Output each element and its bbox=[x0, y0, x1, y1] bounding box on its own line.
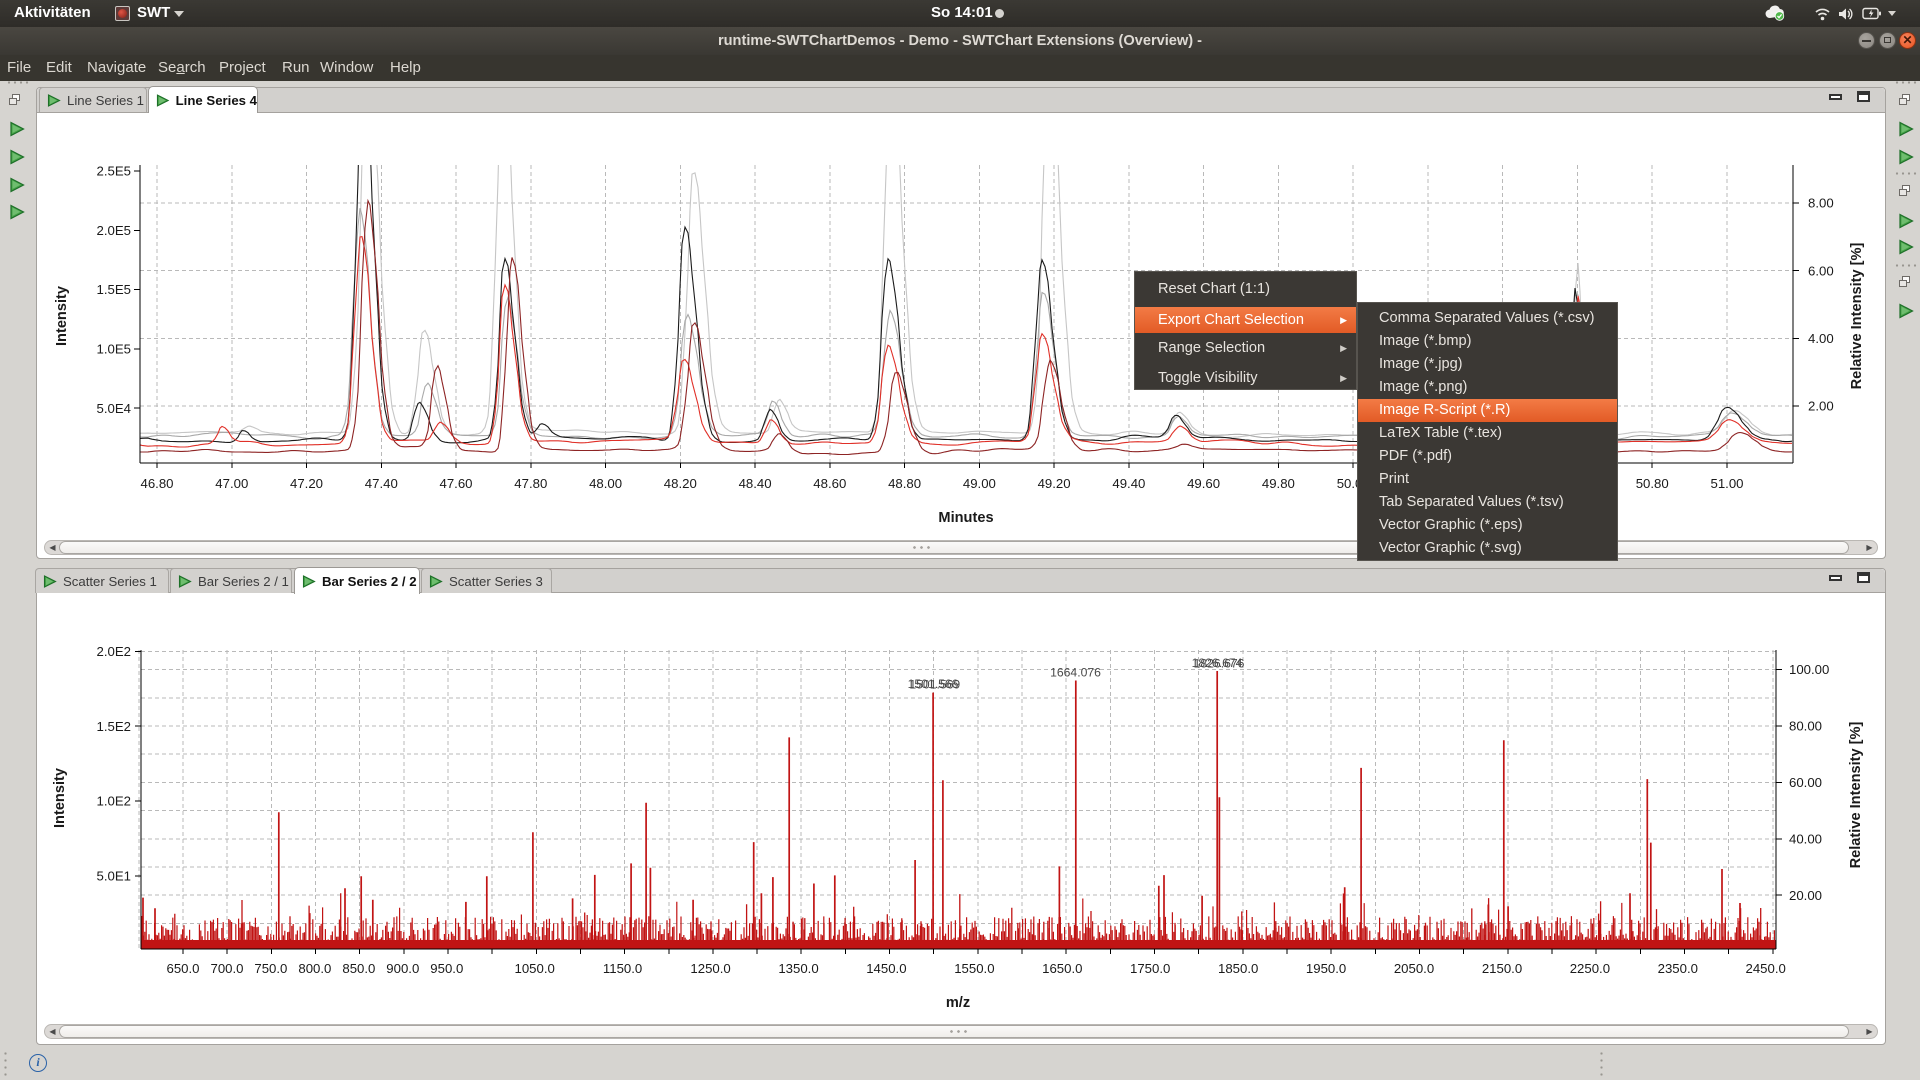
svg-text:Intensity: Intensity bbox=[52, 767, 68, 828]
svg-text:49.20: 49.20 bbox=[1038, 476, 1071, 491]
svg-text:850.0: 850.0 bbox=[342, 961, 375, 976]
svg-text:1.0E5: 1.0E5 bbox=[97, 342, 131, 357]
svg-text:1.5E2: 1.5E2 bbox=[97, 719, 131, 734]
svg-text:900.0: 900.0 bbox=[386, 961, 419, 976]
svg-text:48.60: 48.60 bbox=[813, 476, 846, 491]
svg-text:1550.0: 1550.0 bbox=[954, 961, 994, 976]
svg-text:1.0E2: 1.0E2 bbox=[97, 794, 131, 809]
svg-text:2250.0: 2250.0 bbox=[1570, 961, 1610, 976]
svg-text:2450.0: 2450.0 bbox=[1746, 961, 1786, 976]
svg-text:Intensity: Intensity bbox=[54, 285, 70, 346]
svg-text:1150.0: 1150.0 bbox=[603, 961, 642, 976]
svg-text:2.00: 2.00 bbox=[1808, 399, 1834, 414]
svg-text:1250.0: 1250.0 bbox=[690, 961, 730, 976]
svg-text:1501.569: 1501.569 bbox=[909, 678, 960, 692]
svg-text:8.00: 8.00 bbox=[1808, 196, 1834, 211]
svg-text:4.00: 4.00 bbox=[1808, 331, 1834, 346]
svg-text:6.00: 6.00 bbox=[1808, 263, 1834, 278]
svg-text:2050.0: 2050.0 bbox=[1394, 961, 1434, 976]
svg-text:m/z: m/z bbox=[946, 995, 970, 1011]
svg-text:46.80: 46.80 bbox=[140, 476, 173, 491]
svg-text:80.00: 80.00 bbox=[1789, 719, 1822, 734]
svg-text:650.0: 650.0 bbox=[166, 961, 199, 976]
svg-text:47.60: 47.60 bbox=[439, 476, 472, 491]
svg-text:Minutes: Minutes bbox=[938, 510, 993, 526]
svg-text:700.0: 700.0 bbox=[210, 961, 243, 976]
svg-text:1750.0: 1750.0 bbox=[1130, 961, 1170, 976]
svg-text:20.00: 20.00 bbox=[1789, 888, 1822, 903]
svg-text:5.0E1: 5.0E1 bbox=[97, 869, 131, 884]
svg-text:800.0: 800.0 bbox=[298, 961, 331, 976]
svg-text:5.0E4: 5.0E4 bbox=[97, 401, 131, 416]
svg-text:1.5E5: 1.5E5 bbox=[97, 282, 131, 297]
svg-text:2.5E5: 2.5E5 bbox=[97, 164, 131, 179]
svg-text:2.0E2: 2.0E2 bbox=[97, 644, 131, 659]
svg-text:1850.0: 1850.0 bbox=[1218, 961, 1258, 976]
svg-text:1350.0: 1350.0 bbox=[778, 961, 818, 976]
svg-text:Relative Intensity [%]: Relative Intensity [%] bbox=[1849, 242, 1865, 389]
svg-text:47.80: 47.80 bbox=[514, 476, 547, 491]
svg-text:47.20: 47.20 bbox=[290, 476, 323, 491]
svg-text:100.00: 100.00 bbox=[1789, 662, 1829, 677]
svg-text:2.0E5: 2.0E5 bbox=[97, 223, 131, 238]
svg-text:Relative Intensity [%]: Relative Intensity [%] bbox=[1848, 721, 1864, 868]
svg-text:49.60: 49.60 bbox=[1187, 476, 1220, 491]
svg-text:2150.0: 2150.0 bbox=[1482, 961, 1522, 976]
svg-text:48.40: 48.40 bbox=[739, 476, 772, 491]
svg-text:51.00: 51.00 bbox=[1710, 476, 1743, 491]
svg-text:40.00: 40.00 bbox=[1789, 831, 1822, 846]
svg-text:50.80: 50.80 bbox=[1636, 476, 1669, 491]
svg-text:2350.0: 2350.0 bbox=[1658, 961, 1698, 976]
svg-text:48.80: 48.80 bbox=[888, 476, 921, 491]
svg-text:1050.0: 1050.0 bbox=[515, 961, 555, 976]
svg-text:49.00: 49.00 bbox=[963, 476, 996, 491]
svg-text:750.0: 750.0 bbox=[254, 961, 287, 976]
svg-text:48.20: 48.20 bbox=[664, 476, 697, 491]
svg-text:1450.0: 1450.0 bbox=[866, 961, 906, 976]
svg-text:49.40: 49.40 bbox=[1112, 476, 1145, 491]
svg-text:1650.0: 1650.0 bbox=[1042, 961, 1082, 976]
svg-text:950.0: 950.0 bbox=[430, 961, 463, 976]
svg-text:60.00: 60.00 bbox=[1789, 775, 1822, 790]
svg-text:1664.076: 1664.076 bbox=[1050, 666, 1101, 680]
svg-text:48.00: 48.00 bbox=[589, 476, 622, 491]
svg-text:1826.676: 1826.676 bbox=[1194, 657, 1245, 671]
svg-text:1950.0: 1950.0 bbox=[1306, 961, 1346, 976]
svg-text:49.80: 49.80 bbox=[1262, 476, 1295, 491]
svg-text:47.40: 47.40 bbox=[365, 476, 398, 491]
svg-text:47.00: 47.00 bbox=[215, 476, 248, 491]
